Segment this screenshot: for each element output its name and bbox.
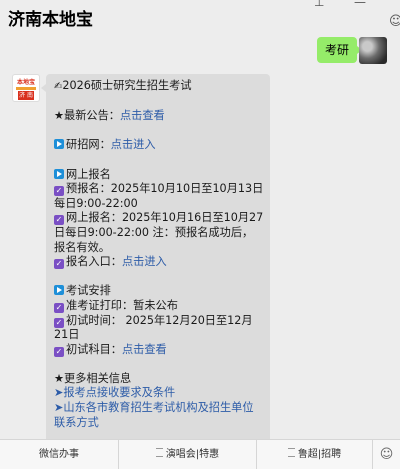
checkbox-icon: ✓ [54, 302, 64, 313]
menu-label: 微信办事 [39, 449, 79, 460]
reg-entry-line: ✓ 报名入口：点击进入 [54, 255, 264, 270]
prereg-text: 预报名：2025年10月10日至10月13日每日9:00-22:00 [54, 182, 264, 210]
chat-title: 济南本地宝 [8, 10, 93, 30]
yzw-label: 研招网： [66, 138, 111, 152]
first-exam-time-line: ✓ 初试时间： 2025年12月20日至12月21日 [54, 314, 264, 343]
play-icon [54, 285, 64, 296]
notice-label: ★最新公告： [54, 109, 120, 123]
checkbox-icon: ✓ [54, 186, 64, 197]
user-icon[interactable]: ☺ [389, 15, 400, 28]
first-subjects-label: 初试科目： [66, 342, 122, 356]
message-title-line: ✍2026硕士研究生招生考试 [54, 79, 264, 95]
official-account-avatar[interactable]: 本地宝 济 南 [12, 74, 40, 102]
menu-lu-super-jobs[interactable]: 鲁超|招聘 [256, 440, 372, 469]
exam-header: 考试安排 [54, 284, 264, 299]
received-message-bubble: ✍2026硕士研究生招生考试 ★最新公告：点击查看 研招网：点击进入 网上报名 … [41, 74, 270, 469]
more-link-contacts[interactable]: ➤山东各市教育招生考试机构及招生单位联系方式 [54, 401, 264, 430]
yzw-link[interactable]: 点击进入 [111, 138, 156, 151]
admit-print-line: ✓ 准考证打印：暂未公布 [54, 299, 264, 314]
prereg-line: ✓ 预报名：2025年10月10日至10月13日每日9:00-22:00 [54, 182, 264, 211]
checkbox-icon: ✓ [54, 215, 64, 226]
notice-link[interactable]: 点击查看 [120, 109, 165, 122]
message-title: 2026硕士研究生招生考试 [62, 79, 192, 92]
pin-icon[interactable]: ⊥ [314, 0, 324, 8]
online-reg-text: 网上报名：2025年10月16日至10月27日每日9:00-22:00 注：预报… [54, 211, 264, 254]
user-avatar[interactable] [359, 37, 387, 64]
checkbox-icon: ✓ [54, 346, 64, 357]
notice-line: ★最新公告：点击查看 [54, 109, 264, 124]
sent-message-bubble: 考研 [317, 37, 363, 63]
menu-wechat-services[interactable]: 微信办事 [0, 440, 118, 469]
more-header: ★更多相关信息 [54, 371, 132, 385]
yzw-line: 研招网：点击进入 [54, 138, 264, 153]
checkbox-icon: ✓ [54, 259, 64, 270]
menu-concert-deals[interactable]: 演唱会|特惠 [118, 440, 256, 469]
online-reg-header-text: 网上报名 [66, 167, 111, 181]
menu-list-icon [155, 448, 163, 457]
menu-list-icon [287, 448, 295, 457]
online-reg-header: 网上报名 [54, 168, 264, 183]
reg-entry-label: 报名入口： [66, 255, 122, 269]
avatar-logo-stripe [16, 87, 36, 90]
admit-print-text: 准考证打印：暂未公布 [66, 298, 178, 312]
first-exam-time-text: 初试时间： 2025年12月20日至12月21日 [54, 313, 253, 342]
reg-entry-link[interactable]: 点击进入 [122, 255, 167, 268]
minimize-icon[interactable]: — [354, 0, 366, 8]
more-link-requirements[interactable]: ➤报考点接收要求及条件 [54, 386, 264, 401]
bottom-menu: 微信办事 演唱会|特惠 鲁超|招聘 ☺ [0, 439, 400, 469]
play-icon [54, 139, 64, 150]
title-bar: 济南本地宝 ⊥ — ☺ [0, 0, 400, 36]
emoji-icon[interactable]: ☺ [372, 440, 400, 469]
exam-header-text: 考试安排 [66, 284, 111, 298]
online-reg-line: ✓ 网上报名：2025年10月16日至10月27日每日9:00-22:00 注：预… [54, 211, 264, 255]
menu-label: 鲁超|招聘 [297, 449, 342, 460]
first-subjects-link[interactable]: 点击查看 [122, 343, 167, 356]
play-icon [54, 168, 64, 179]
menu-label: 演唱会|特惠 [165, 449, 220, 460]
first-subjects-line: ✓ 初试科目：点击查看 [54, 343, 264, 358]
avatar-logo-bottom: 济 南 [18, 91, 34, 100]
checkbox-icon: ✓ [54, 317, 64, 328]
